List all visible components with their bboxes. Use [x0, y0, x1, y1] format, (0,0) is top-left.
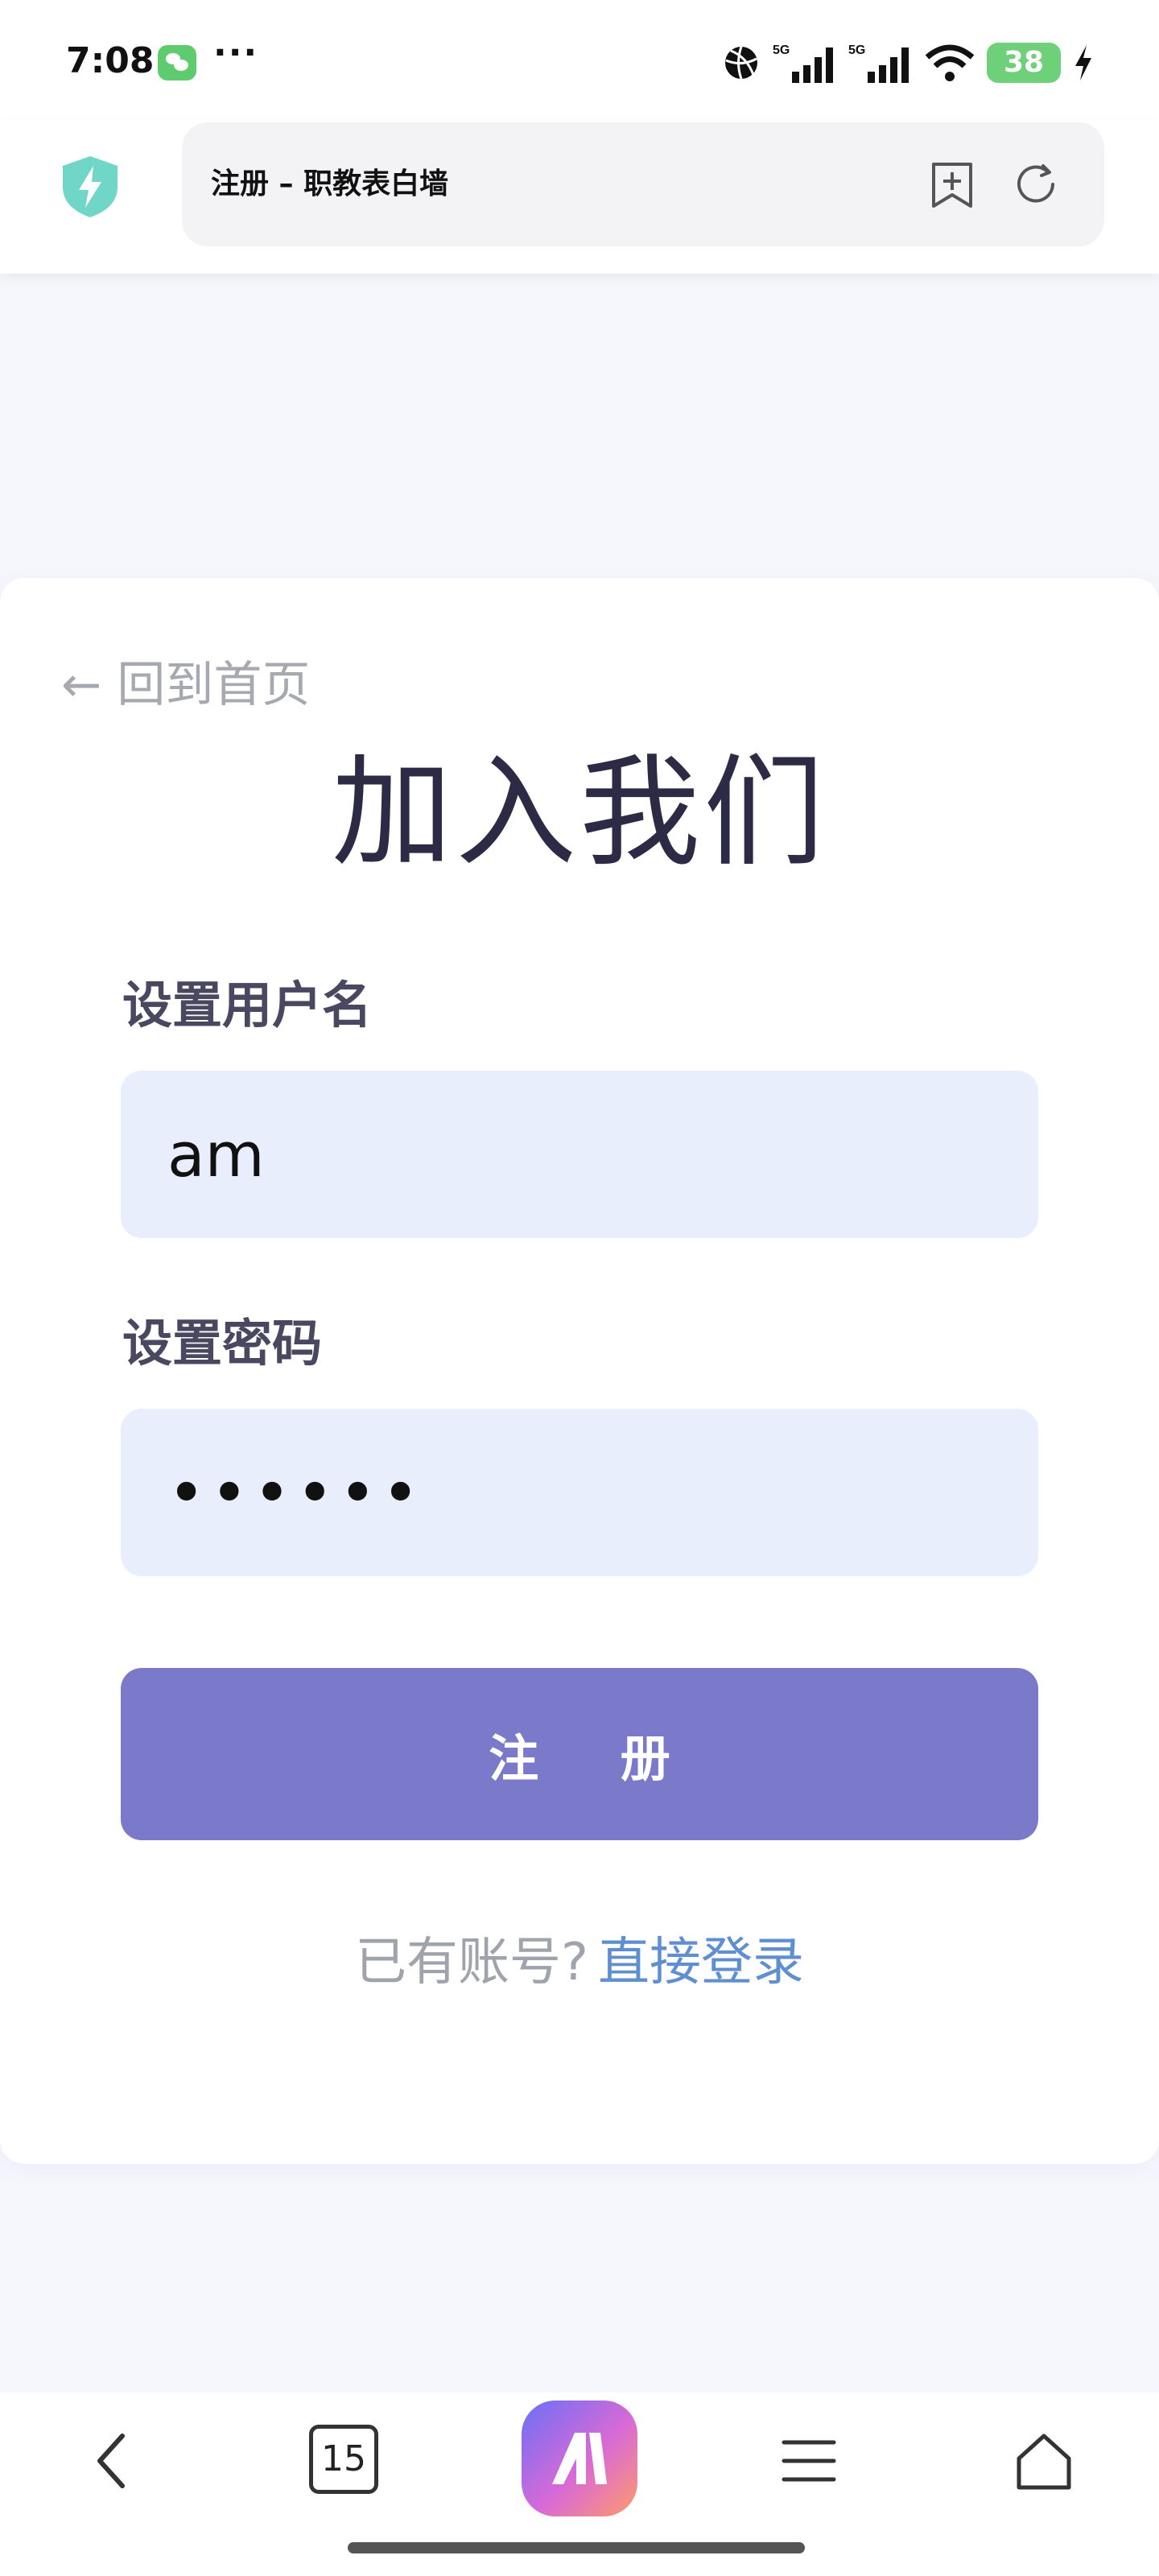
basketball-icon	[725, 46, 757, 80]
svg-text:5G: 5G	[773, 43, 790, 57]
login-link[interactable]: 直接登录	[598, 1933, 804, 1992]
register-button[interactable]: 注 册	[121, 1668, 1038, 1840]
reload-icon[interactable]	[1011, 159, 1061, 209]
signal-5g-icon: 5G	[773, 43, 833, 83]
home-icon[interactable]	[1008, 2425, 1080, 2497]
wifi-icon	[925, 44, 975, 81]
page-title-tab[interactable]: 注册 – 职教表白墙	[211, 122, 448, 246]
username-input[interactable]: am	[121, 1071, 1038, 1238]
shield-bolt-icon[interactable]	[60, 155, 121, 219]
back-arrow-icon[interactable]	[77, 2425, 150, 2497]
register-card: ← 回到首页 加入我们 设置用户名 am 设置密码 •••••• 注 册 已有账…	[0, 578, 1159, 2164]
browser-toolbar: 注册 – 职教表白墙	[0, 121, 1159, 274]
tabs-button[interactable]: 15	[309, 2425, 382, 2497]
page-heading: 加入我们	[331, 743, 827, 883]
login-prompt: 已有账号? 直接登录	[0, 1921, 1159, 1995]
address-bar[interactable]: 注册 – 职教表白墙	[182, 122, 1104, 246]
status-time: 7:08	[66, 40, 155, 81]
menu-icon[interactable]	[773, 2425, 845, 2497]
assistant-app-icon[interactable]	[522, 2401, 637, 2516]
password-label: 设置密码	[122, 1314, 323, 1373]
have-account-text: 已有账号?	[355, 1933, 588, 1992]
status-more: ···	[213, 32, 259, 73]
username-label: 设置用户名	[122, 976, 373, 1034]
add-bookmark-icon[interactable]	[927, 159, 977, 209]
svg-text:5G: 5G	[848, 43, 865, 57]
signal-5g-icon: 5G	[848, 43, 909, 83]
battery-icon: 38	[987, 43, 1061, 83]
wechat-icon	[158, 45, 196, 80]
status-bar: 7:08 ··· 5G 5G 38	[0, 0, 1159, 121]
assistant-logo	[552, 2433, 607, 2484]
home-indicator[interactable]	[348, 2542, 805, 2553]
back-home-link[interactable]: ← 回到首页	[61, 646, 310, 716]
tabs-icon[interactable]: 15	[309, 2425, 378, 2494]
password-input[interactable]: ••••••	[121, 1409, 1038, 1576]
charging-icon	[1075, 45, 1091, 80]
system-icons: 5G 5G 38	[721, 39, 1095, 87]
